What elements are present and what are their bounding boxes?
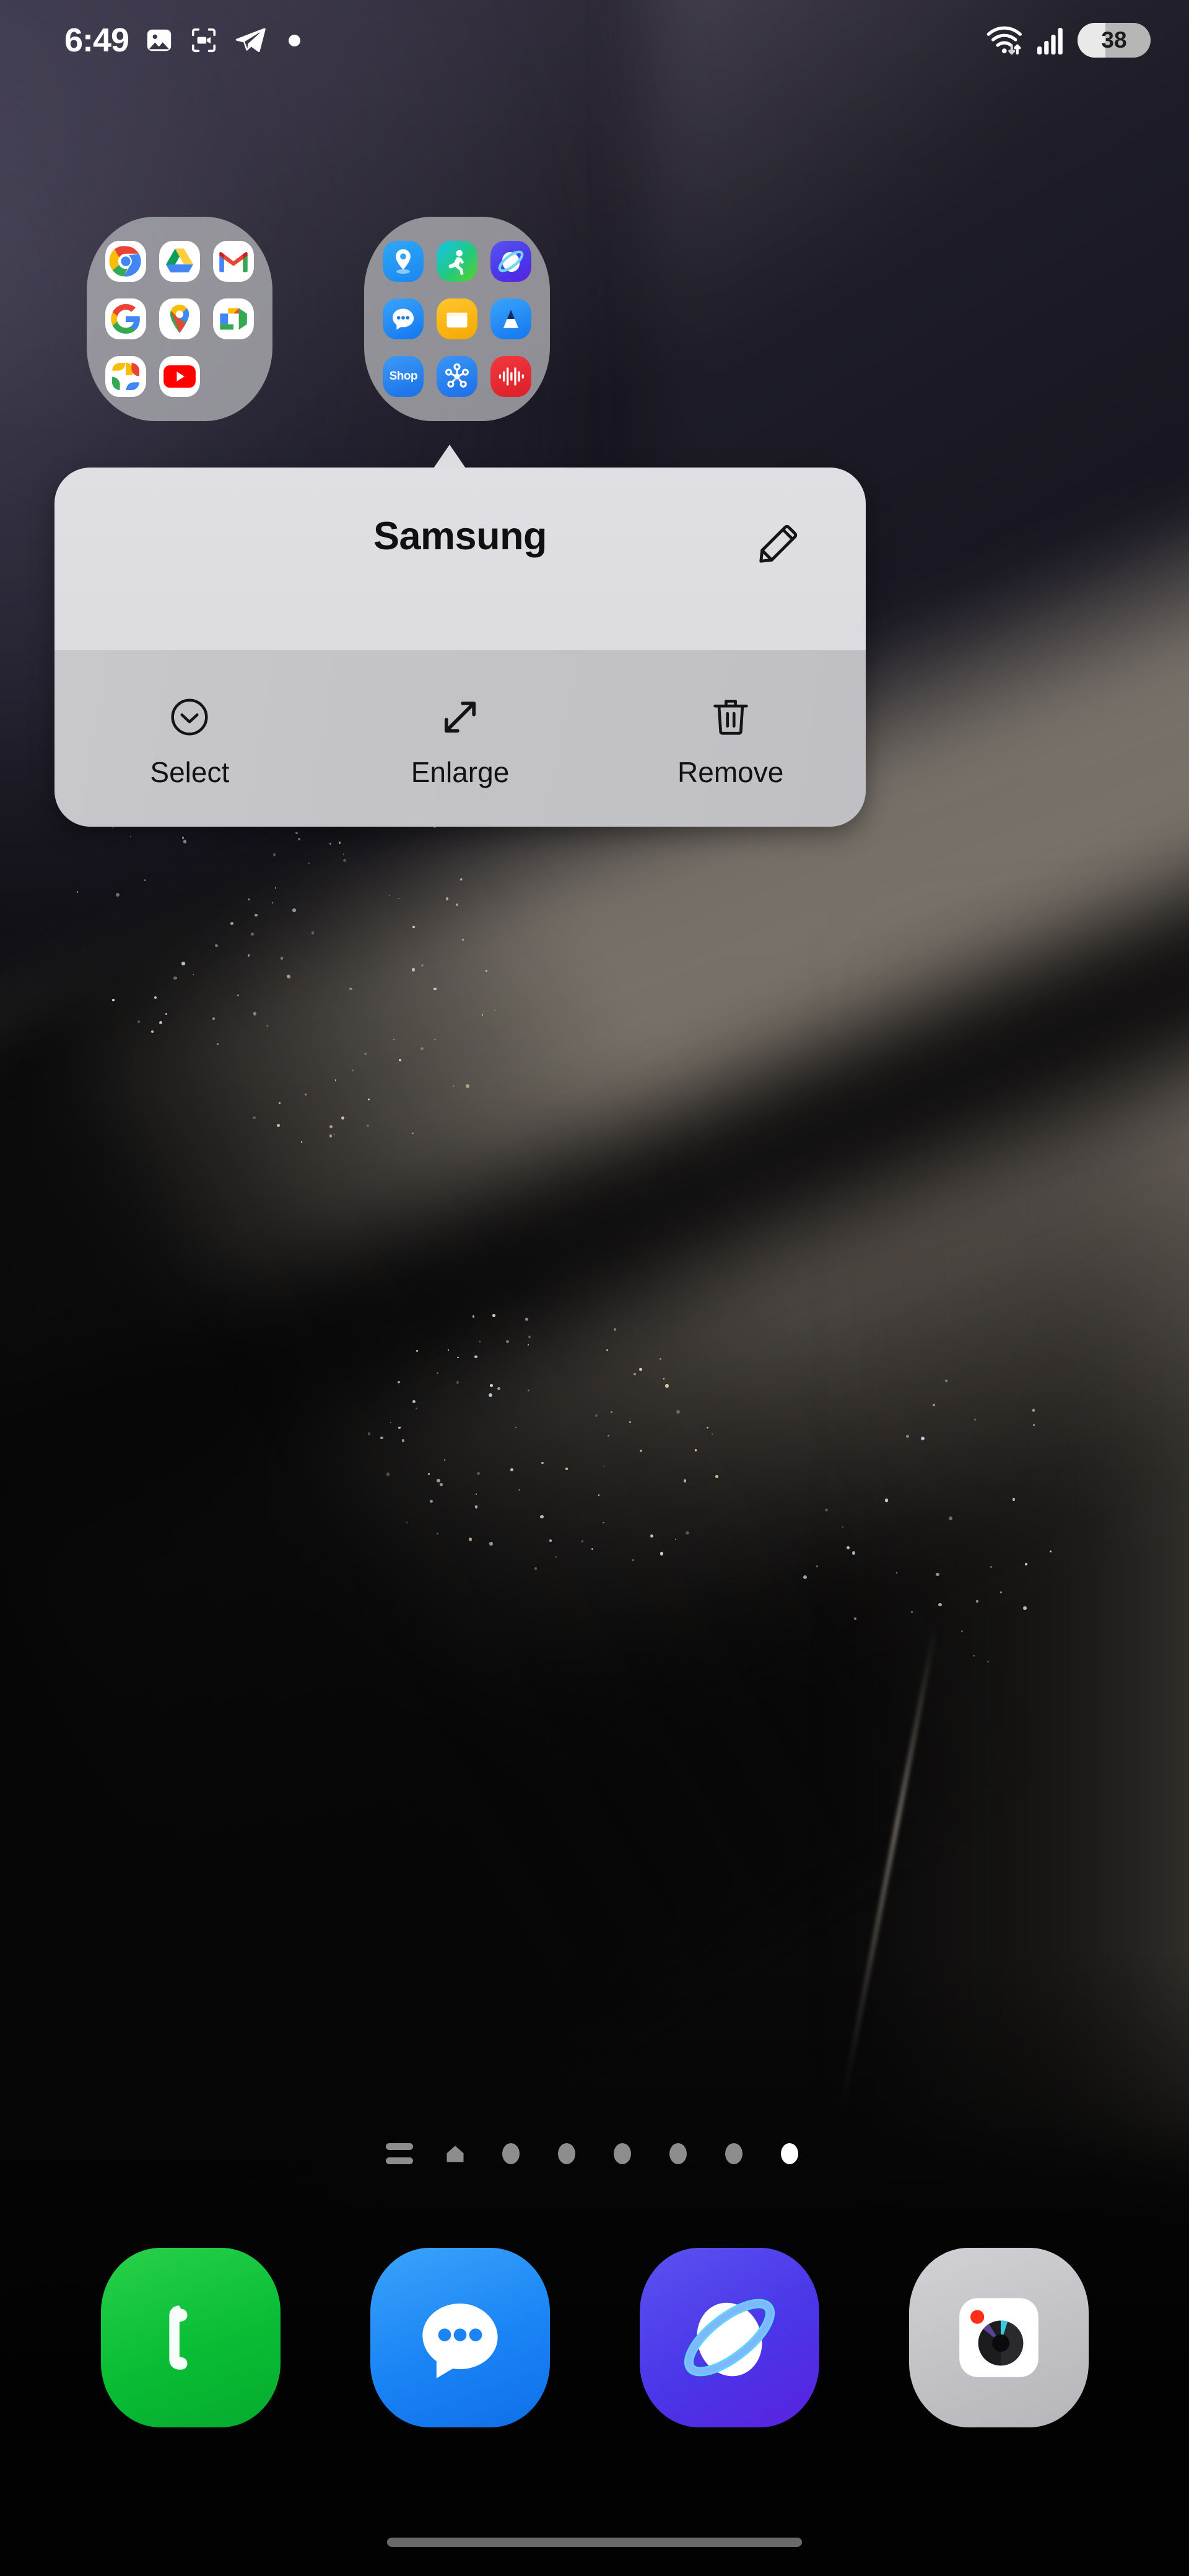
check-circle-icon: [167, 692, 212, 742]
page-dot-4[interactable]: [650, 2143, 706, 2164]
menu-item-remove-label: Remove: [677, 755, 784, 788]
status-bar: 6:49 38: [0, 0, 1189, 80]
app-icon-smartthings[interactable]: [436, 355, 477, 397]
menu-item-remove[interactable]: Remove: [595, 650, 866, 827]
folder-google[interactable]: [87, 217, 272, 421]
page-dot-2[interactable]: [539, 2143, 594, 2164]
popup-header: Samsung: [54, 468, 866, 650]
image-icon: [145, 26, 173, 54]
dock-app-samsung-internet[interactable]: [639, 2248, 819, 2427]
popup-title: Samsung: [373, 515, 547, 558]
menu-item-enlarge[interactable]: Enlarge: [325, 650, 596, 827]
app-icon-chrome[interactable]: [105, 241, 147, 282]
popup-caret: [433, 445, 466, 468]
folder-context-menu: Samsung Select Enlarge Remove: [54, 468, 866, 827]
wifi-icon: [986, 23, 1024, 58]
status-bar-clock: 6:49: [64, 22, 129, 59]
app-icon-youtube[interactable]: [159, 355, 200, 397]
page-indicator: [0, 2143, 1189, 2165]
dot-indicator-icon: [289, 34, 301, 46]
gesture-handle[interactable]: [387, 2538, 802, 2547]
app-icon-samsung-internet[interactable]: [490, 241, 531, 282]
app-icon-my-files[interactable]: [436, 298, 477, 339]
page-dot-3[interactable]: [594, 2143, 650, 2164]
app-icon-voice-recorder[interactable]: [490, 355, 531, 397]
popup-actions: Select Enlarge Remove: [54, 650, 866, 827]
dock-app-messages[interactable]: [370, 2248, 550, 2427]
page-dot-1[interactable]: [483, 2143, 539, 2164]
app-icon-messages[interactable]: [383, 298, 424, 339]
dock: [0, 2235, 1189, 2440]
edit-folder-name-button[interactable]: [751, 516, 806, 572]
app-icon-google-drive[interactable]: [159, 241, 200, 282]
app-icon-google-photos[interactable]: [105, 355, 147, 397]
menu-item-enlarge-label: Enlarge: [411, 755, 510, 788]
shop-label: Shop: [389, 369, 418, 383]
home-icon[interactable]: [427, 2143, 483, 2165]
app-icon-galaxy-store[interactable]: [490, 298, 531, 339]
cellular-signal-icon: [1035, 24, 1066, 56]
app-icon-samsung-health[interactable]: [436, 241, 477, 282]
home-screen-folder-row: Shop: [0, 204, 1189, 427]
battery-level-text: 38: [1101, 27, 1127, 53]
app-icon-google-meet[interactable]: [212, 298, 254, 339]
app-icon-google-maps[interactable]: [159, 298, 200, 339]
screen-recorder-icon: [189, 26, 218, 54]
trash-icon: [709, 692, 752, 742]
app-icon-smartthings-find[interactable]: [383, 241, 424, 282]
expand-diagonal-icon: [438, 692, 482, 742]
app-icon-shop-samsung[interactable]: Shop: [383, 355, 424, 397]
folder-samsung[interactable]: Shop: [364, 217, 550, 421]
menu-item-select-label: Select: [150, 755, 230, 788]
battery-indicator: 38: [1078, 23, 1151, 58]
status-bar-left: 6:49: [64, 21, 301, 59]
app-icon-gmail[interactable]: [212, 241, 254, 282]
page-dot-5[interactable]: [706, 2143, 762, 2164]
app-icon-google-search[interactable]: [105, 298, 147, 339]
page-dot-6-active[interactable]: [762, 2143, 817, 2164]
dock-app-camera[interactable]: [908, 2248, 1089, 2427]
telegram-icon: [234, 24, 266, 56]
menu-item-select[interactable]: Select: [54, 650, 325, 827]
status-bar-right: 38: [986, 23, 1151, 58]
dock-app-phone[interactable]: [100, 2248, 281, 2427]
app-list-icon[interactable]: [372, 2143, 427, 2164]
